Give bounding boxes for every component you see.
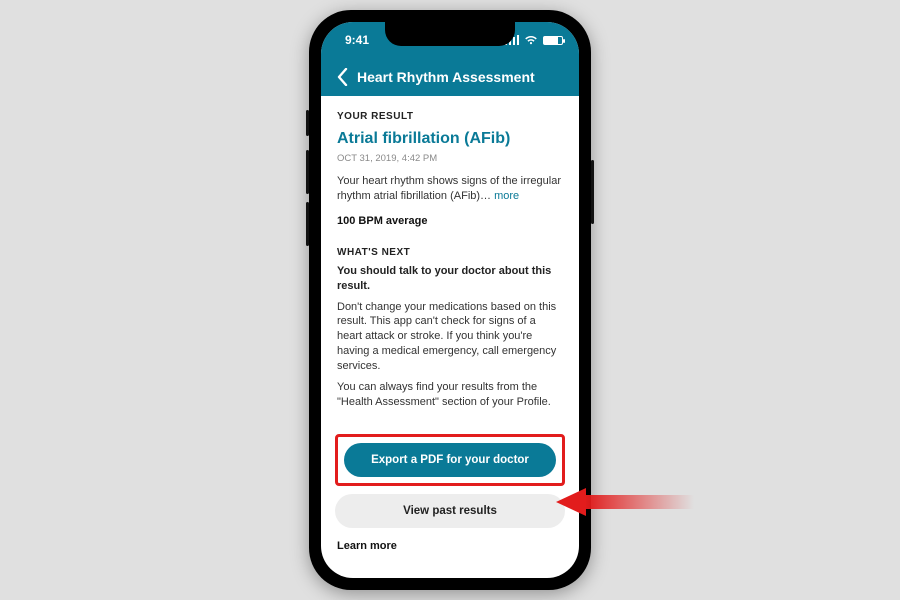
learn-more-link[interactable]: Learn more — [321, 534, 579, 552]
your-result-label: YOUR RESULT — [337, 110, 563, 124]
content-area: YOUR RESULT Atrial fibrillation (AFib) O… — [321, 96, 579, 424]
notch — [385, 22, 515, 46]
result-timestamp: OCT 31, 2019, 4:42 PM — [337, 153, 563, 166]
view-past-results-button[interactable]: View past results — [335, 494, 565, 528]
status-time: 9:41 — [345, 33, 369, 47]
result-title: Atrial fibrillation (AFib) — [337, 128, 563, 150]
phone-frame: 9:41 Heart Rhythm Assessment YOUR RESULT… — [309, 10, 591, 590]
result-summary: Your heart rhythm shows signs of the irr… — [337, 175, 561, 202]
nav-bar: Heart Rhythm Assessment — [321, 58, 579, 96]
screen: 9:41 Heart Rhythm Assessment YOUR RESULT… — [321, 22, 579, 578]
back-button[interactable] — [331, 68, 353, 86]
result-summary-line: Your heart rhythm shows signs of the irr… — [337, 174, 563, 204]
whats-next-para2: You can always find your results from th… — [337, 380, 563, 410]
bpm-average: 100 BPM average — [337, 214, 563, 229]
wifi-icon — [524, 35, 538, 45]
more-link[interactable]: more — [494, 190, 519, 202]
volume-up-button — [306, 150, 309, 194]
highlight-annotation: Export a PDF for your doctor — [335, 434, 565, 486]
button-area: Export a PDF for your doctor View past r… — [321, 424, 579, 534]
whats-next-para1: Don't change your medications based on t… — [337, 300, 563, 374]
side-button — [306, 110, 309, 136]
nav-title: Heart Rhythm Assessment — [357, 69, 535, 85]
export-pdf-button[interactable]: Export a PDF for your doctor — [344, 443, 556, 477]
whats-next-headline: You should talk to your doctor about thi… — [337, 264, 563, 294]
power-button — [591, 160, 594, 224]
whats-next-label: WHAT'S NEXT — [337, 246, 563, 260]
battery-icon — [543, 36, 563, 45]
volume-down-button — [306, 202, 309, 246]
